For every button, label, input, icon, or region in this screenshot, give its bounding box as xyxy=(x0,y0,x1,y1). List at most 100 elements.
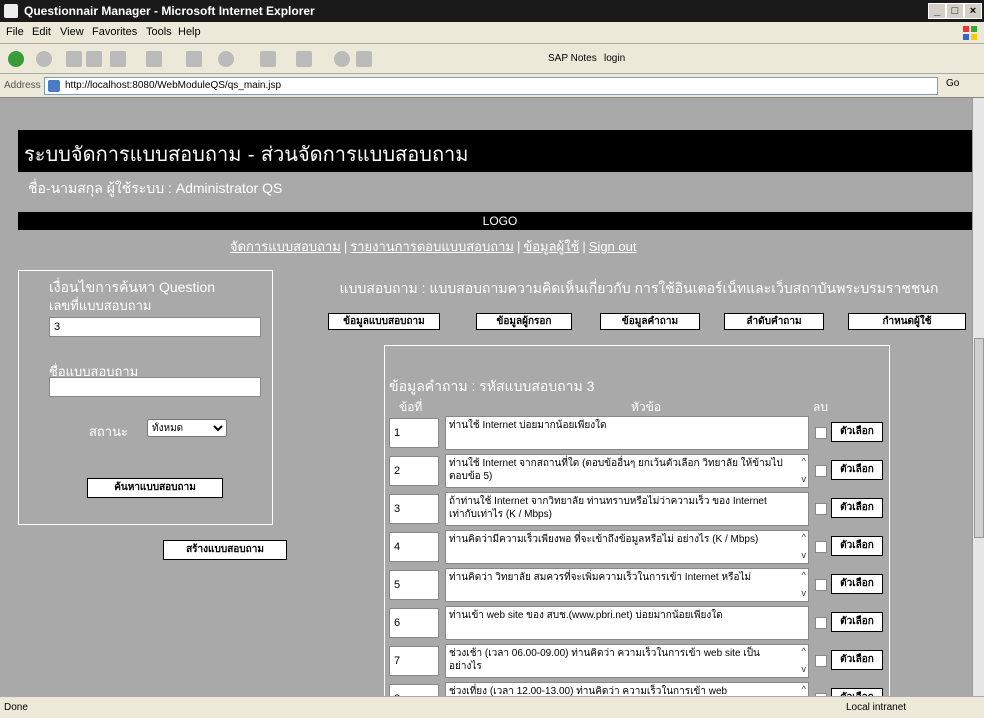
delete-checkbox[interactable] xyxy=(815,541,827,553)
user-line: ชื่อ-นามสกุล ผู้ใช้ระบบ : Administrator … xyxy=(28,180,283,196)
question-row: 8 ช่วงเที่ยง (เวลา 12.00-13.00) ท่านคิดว่… xyxy=(389,682,883,696)
question-number-input[interactable]: 2 xyxy=(389,456,439,486)
question-row: 5 ท่านคิดว่า วิทยาลัย สมควรที่จะเพิ่มความ… xyxy=(389,568,883,602)
nav-report[interactable]: รายงานการตอบแบบสอบถาม xyxy=(350,239,514,254)
menu-edit[interactable]: Edit xyxy=(32,26,51,38)
stop-icon[interactable] xyxy=(66,51,82,67)
options-button[interactable]: ตัวเลือก xyxy=(831,536,883,556)
address-label: Address xyxy=(4,80,41,91)
minimize-button[interactable]: _ xyxy=(928,3,946,19)
question-text-input[interactable]: ท่านใช้ Internet จากสถานที่ใด (ตอบข้ออื่… xyxy=(445,454,809,488)
question-number-input[interactable]: 1 xyxy=(389,418,439,448)
go-button[interactable]: Go xyxy=(946,78,959,89)
page-content: ระบบจัดการแบบสอบถาม - ส่วนจัดการแบบสอบถา… xyxy=(0,98,972,696)
menu-tools[interactable]: Tools xyxy=(146,26,172,38)
question-text: ท่านใช้ Internet จากสถานที่ใด (ตอบข้ออื่… xyxy=(449,458,783,482)
question-text: ถ้าท่านใช้ Internet จากวิทยาลัย ท่านทราบ… xyxy=(449,496,767,520)
question-text: ช่วงเที่ยง (เวลา 12.00-13.00) ท่านคิดว่า… xyxy=(449,686,728,696)
question-text-input[interactable]: ช่วงเช้า (เวลา 06.00-09.00) ท่านคิดว่า ค… xyxy=(445,644,809,678)
options-button[interactable]: ตัวเลือก xyxy=(831,650,883,670)
scrollbar-thumb[interactable] xyxy=(974,338,984,538)
search-button[interactable]: ค้นหาแบบสอบถาม xyxy=(87,478,223,498)
page-icon xyxy=(48,80,60,92)
window-title: Questionnair Manager - Microsoft Interne… xyxy=(24,4,315,18)
question-row: 7 ช่วงเช้า (เวลา 06.00-09.00) ท่านคิดว่า … xyxy=(389,644,883,678)
back-icon[interactable] xyxy=(8,51,24,67)
options-button[interactable]: ตัวเลือก xyxy=(831,460,883,480)
options-button[interactable]: ตัวเลือก xyxy=(831,498,883,518)
textarea-scroll-arrows-icon[interactable]: ^v xyxy=(802,647,807,674)
mail-icon[interactable] xyxy=(296,51,312,67)
textarea-scroll-arrows-icon[interactable]: ^v xyxy=(802,571,807,598)
link-sap-notes[interactable]: SAP Notes xyxy=(548,53,597,64)
question-panel: ข้อมูลคำถาม : รหัสแบบสอบถาม 3 ข้อที่ หัว… xyxy=(384,345,890,696)
question-text-input[interactable]: ท่านคิดว่า วิทยาลัย สมควรที่จะเพิ่มความเ… xyxy=(445,568,809,602)
logo-banner: LOGO xyxy=(18,212,972,230)
nav-sign-out[interactable]: Sign out xyxy=(589,239,637,254)
status-bar: Done Local intranet xyxy=(0,696,984,718)
menu-favorites[interactable]: Favorites xyxy=(92,26,137,38)
print-icon[interactable] xyxy=(334,51,350,67)
history-icon[interactable] xyxy=(260,51,276,67)
address-url: http://localhost:8080/WebModuleQS/qs_mai… xyxy=(65,80,282,91)
question-text-input[interactable]: ท่านใช้ Internet บ่อยมากน้อยเพียงใด xyxy=(445,416,809,450)
media-icon[interactable] xyxy=(218,51,234,67)
maximize-button[interactable]: □ xyxy=(946,3,964,19)
textarea-scroll-arrows-icon[interactable]: ^v xyxy=(802,685,807,696)
search-icon[interactable] xyxy=(146,51,162,67)
nav-manage-questionnaire[interactable]: จัดการแบบสอบถาม xyxy=(230,239,341,254)
delete-checkbox[interactable] xyxy=(815,617,827,629)
address-input[interactable]: http://localhost:8080/WebModuleQS/qs_mai… xyxy=(44,77,938,95)
delete-checkbox[interactable] xyxy=(815,465,827,477)
toolbar: SAP Notes login xyxy=(0,44,984,74)
question-text-input[interactable]: ท่านเข้า web site ของ สบช.(www.pbri.net)… xyxy=(445,606,809,640)
tab-question-order[interactable]: ลำดับคำถาม xyxy=(724,313,824,330)
question-text: ท่านเข้า web site ของ สบช.(www.pbri.net)… xyxy=(449,610,723,621)
close-button[interactable]: × xyxy=(964,3,982,19)
edit-icon[interactable] xyxy=(356,51,372,67)
question-text: ท่านใช้ Internet บ่อยมากน้อยเพียงใด xyxy=(449,420,607,431)
options-button[interactable]: ตัวเลือก xyxy=(831,422,883,442)
options-button[interactable]: ตัวเลือก xyxy=(831,688,883,696)
address-bar: Address http://localhost:8080/WebModuleQ… xyxy=(0,74,984,98)
question-number-input[interactable]: 4 xyxy=(389,532,439,562)
question-number-input[interactable]: 8 xyxy=(389,684,439,696)
refresh-icon[interactable] xyxy=(86,51,102,67)
delete-checkbox[interactable] xyxy=(815,655,827,667)
question-text-input[interactable]: ท่านคิดว่ามีความเร็วเพียงพอ ที่จะเข้าถึง… xyxy=(445,530,809,564)
menu-help[interactable]: Help xyxy=(178,26,201,38)
tab-question-info[interactable]: ข้อมูลคำถาม xyxy=(600,313,700,330)
title-bar: Questionnair Manager - Microsoft Interne… xyxy=(0,0,984,22)
vertical-scrollbar[interactable] xyxy=(972,98,984,696)
menu-bar: File Edit View Favorites Tools Help xyxy=(0,22,984,44)
questionnaire-number-input[interactable] xyxy=(49,317,261,337)
delete-checkbox[interactable] xyxy=(815,503,827,515)
questionnaire-name-input[interactable] xyxy=(49,377,261,397)
menu-file[interactable]: File xyxy=(6,26,24,38)
home-icon[interactable] xyxy=(110,51,126,67)
question-text-input[interactable]: ถ้าท่านใช้ Internet จากวิทยาลัย ท่านทราบ… xyxy=(445,492,809,526)
question-text-input[interactable]: ช่วงเที่ยง (เวลา 12.00-13.00) ท่านคิดว่า… xyxy=(445,682,809,696)
menu-view[interactable]: View xyxy=(60,26,84,38)
options-button[interactable]: ตัวเลือก xyxy=(831,574,883,594)
tab-respondent-info[interactable]: ข้อมูลผู้กรอก xyxy=(476,313,572,330)
search-panel: เงื่อนไขการค้นหา Question เลขที่แบบสอบถา… xyxy=(18,270,273,525)
nav-user-info[interactable]: ข้อมูลผู้ใช้ xyxy=(523,239,579,254)
delete-checkbox[interactable] xyxy=(815,427,827,439)
create-questionnaire-button[interactable]: สร้างแบบสอบถาม xyxy=(163,540,287,560)
tab-questionnaire-info[interactable]: ข้อมูลแบบสอบถาม xyxy=(328,313,440,330)
textarea-scroll-arrows-icon[interactable]: ^v xyxy=(802,533,807,560)
forward-icon[interactable] xyxy=(36,51,52,67)
question-number-input[interactable]: 7 xyxy=(389,646,439,676)
question-number-input[interactable]: 3 xyxy=(389,494,439,524)
favorites-icon[interactable] xyxy=(186,51,202,67)
textarea-scroll-arrows-icon[interactable]: ^v xyxy=(802,457,807,484)
status-select[interactable]: ทั้งหมด xyxy=(147,419,227,437)
tab-assign-users[interactable]: กำหนดผู้ใช้ xyxy=(848,313,966,330)
link-login[interactable]: login xyxy=(604,53,625,64)
delete-checkbox[interactable] xyxy=(815,579,827,591)
question-row: 1 ท่านใช้ Internet บ่อยมากน้อยเพียงใด ตัวเ… xyxy=(389,416,883,450)
question-number-input[interactable]: 5 xyxy=(389,570,439,600)
options-button[interactable]: ตัวเลือก xyxy=(831,612,883,632)
question-number-input[interactable]: 6 xyxy=(389,608,439,638)
